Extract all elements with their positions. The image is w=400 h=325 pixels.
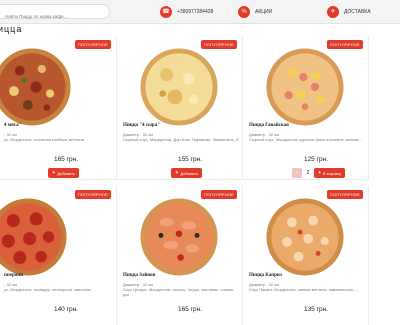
- product-title: 4 мяса": [4, 123, 22, 128]
- cart-button[interactable]: + В корзину: [314, 168, 346, 178]
- product-card: ПОПУЛЯРНОЕ Пицца Salmon Диаметр - 32 см …: [118, 186, 243, 325]
- pizza-image: [140, 48, 218, 126]
- quantity-value: 2: [306, 170, 310, 176]
- pizza-image: [266, 198, 344, 276]
- product-card: ПОПУЛЯРНОЕ 4 мяса" - 32 см ус, Моцарелла…: [0, 36, 117, 180]
- pizza-image: [0, 198, 67, 276]
- popular-badge: ПОПУЛЯРНОЕ: [74, 40, 111, 49]
- page-title: ицца: [0, 24, 23, 34]
- product-card: ПОПУЛЯРНОЕ Пицца Каприз Диаметр - 32 см …: [244, 186, 369, 325]
- decrease-button[interactable]: −: [292, 168, 302, 178]
- product-ingredients: ус, Моцарелла, копченая колбаса, ветчина: [4, 137, 84, 142]
- plus-icon: +: [318, 170, 321, 176]
- product-price: 135 грн.: [303, 306, 328, 313]
- promo-label: АКЦИИ: [255, 9, 273, 15]
- product-title: Пицца "4 сыра": [123, 123, 160, 128]
- product-card: ПОПУЛЯРНОЕ пперони - 32 см ус, Моцарелла…: [0, 186, 117, 325]
- quantity-stepper: − 2 + В корзину: [292, 168, 346, 178]
- add-to-cart-label: Добавить: [180, 170, 198, 176]
- product-ingredients: Сырный соус, Моцарелла, Дор Блю, Пармеза…: [123, 137, 239, 142]
- add-to-cart-button[interactable]: + Добавить: [171, 168, 202, 178]
- product-card: ПОПУЛЯРНОЕ Пицца "4 сыра" Диаметр - 32 с…: [118, 36, 243, 180]
- add-to-cart-button[interactable]: + Добавить: [48, 168, 79, 178]
- popular-badge: ПОПУЛЯРНОЕ: [74, 190, 111, 199]
- add-to-cart-label: Добавить: [57, 170, 75, 176]
- plus-icon: +: [175, 170, 179, 176]
- search-field[interactable]: [0, 4, 110, 23]
- pizza-image: [140, 198, 218, 276]
- product-price: 165 грн.: [177, 306, 202, 313]
- phone-link[interactable]: ☎ +380977284428: [160, 3, 213, 21]
- product-ingredients: Соус Пикант, Моцарелла, свиная ветчина, …: [249, 287, 359, 292]
- product-ingredients: Соус Цезарь, Моцарелла, лосось, Черри, м…: [123, 287, 235, 297]
- product-price: 140 грн.: [53, 306, 78, 313]
- product-title: пперони: [4, 273, 24, 278]
- pizza-image: [0, 48, 71, 126]
- plus-icon: +: [52, 170, 56, 176]
- percent-icon: %: [238, 6, 250, 18]
- product-card: ПОПУЛЯРНОЕ Пицца Гавайская Диаметр - 32 …: [244, 36, 369, 180]
- phone-icon: ☎: [160, 6, 172, 18]
- product-ingredients: ус, Моцарелла, помидор, пепперони, масли…: [4, 287, 92, 292]
- product-price: 125 грн.: [303, 156, 328, 163]
- product-price: 165 грн.: [53, 156, 78, 163]
- product-title: Пицца Salmon: [123, 273, 156, 278]
- product-price: 155 грн.: [177, 156, 202, 163]
- search-input[interactable]: [0, 10, 109, 23]
- product-title: Пицца Гавайская: [249, 123, 289, 128]
- promo-link[interactable]: % АКЦИИ: [238, 3, 272, 21]
- product-title: Пицца Каприз: [249, 273, 282, 278]
- pizza-image: [266, 48, 344, 126]
- phone-number: +380977284428: [177, 9, 214, 15]
- delivery-link[interactable]: ✈ ДОСТАВКА: [327, 3, 371, 21]
- top-bar: ☎ +380977284428 % АКЦИИ ✈ ДОСТАВКА: [0, 0, 400, 24]
- product-ingredients: Сырный соус, Моцарелла, куриное филе коп…: [249, 137, 363, 142]
- scooter-icon: ✈: [327, 6, 339, 18]
- delivery-label: ДОСТАВКА: [344, 9, 371, 15]
- cart-button-label: В корзину: [322, 170, 342, 176]
